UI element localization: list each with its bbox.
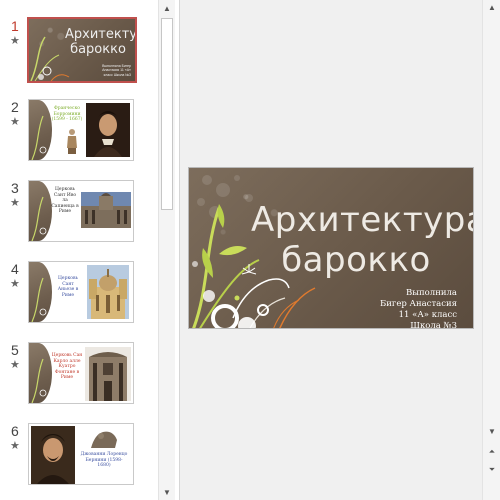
- editor-scrollbar[interactable]: ▲ ▼ ⏶ ⏷: [482, 0, 500, 500]
- slide-thumbnail-row-6[interactable]: 6 ★ Джованни Лоренцо Бернини (1598-1680): [0, 423, 158, 489]
- thumbnail-caption: Церковь Сант Аньезе в Риме: [57, 276, 79, 298]
- next-slide-icon[interactable]: ⏷: [484, 462, 500, 477]
- previous-slide-icon[interactable]: ⏶: [484, 444, 500, 459]
- thumbnails-scrollbar[interactable]: ▲ ▼: [158, 0, 175, 500]
- slide-thumbnail-3[interactable]: Церковь Сант Иво ла Сапиенца в Риме: [28, 180, 134, 242]
- slide-thumbnail-5[interactable]: Церковь Сан Карло алле Куатро Фонтане в …: [28, 342, 134, 404]
- slide-number: 6: [11, 423, 19, 439]
- animation-star-icon: ★: [10, 197, 20, 209]
- scroll-down-icon[interactable]: ▼: [484, 424, 500, 439]
- church-courtyard-image: [81, 192, 131, 228]
- scroll-up-icon[interactable]: ▲: [159, 0, 175, 16]
- sculpture-image: [67, 129, 77, 154]
- slide-thumbnail-row-2[interactable]: 2 ★ Франческо Борромини (1599 - 1667): [0, 99, 158, 165]
- slide-thumbnail-2[interactable]: Франческо Борромини (1599 - 1667): [28, 99, 134, 161]
- slide-thumbnail-row-4[interactable]: 4 ★ Церковь Сант Аньезе в Риме: [0, 261, 158, 327]
- thumbnail-caption: Церковь Сант Иво ла Сапиенца в Риме: [51, 187, 79, 214]
- slide-thumbnail-4[interactable]: Церковь Сант Аньезе в Риме: [28, 261, 134, 323]
- animation-star-icon: ★: [10, 359, 20, 371]
- thumbnail-caption: Франческо Борромини (1599 - 1667): [51, 106, 83, 122]
- thumbnail-title: Архитектурабарокко: [65, 27, 137, 57]
- slide-thumbnail-row-1[interactable]: 1 ★ Архитектурабарокко Выполнила Бигер А…: [0, 17, 158, 84]
- slide-number: 5: [11, 342, 19, 358]
- slide-number: 2: [11, 99, 19, 115]
- thumbnail-caption: Джованни Лоренцо Бернини (1598-1680): [80, 452, 128, 468]
- thumbnail-subtitle: Выполнила Бигер Анастасия 11 «А» класс Ш…: [102, 63, 131, 77]
- scroll-down-icon[interactable]: ▼: [159, 484, 175, 500]
- slide-number: 3: [11, 180, 19, 196]
- animation-star-icon: ★: [10, 278, 20, 290]
- slide-number: 4: [11, 261, 19, 277]
- animation-star-icon: ★: [10, 35, 20, 47]
- baroque-church-image: [87, 265, 129, 319]
- church-facade-image: [85, 347, 131, 401]
- sculpture-image: [91, 431, 117, 448]
- slide-number: 1: [11, 18, 19, 34]
- portrait-image: [31, 426, 75, 484]
- slide-thumbnail-row-5[interactable]: 5 ★ Церковь Сан Карло алле Куатро Фонтан…: [0, 342, 158, 408]
- slide-thumbnail-6[interactable]: Джованни Лоренцо Бернини (1598-1680): [28, 423, 134, 485]
- scroll-up-icon[interactable]: ▲: [484, 0, 500, 15]
- slide-thumbnails-pane: 1 ★ Архитектурабарокко Выполнила Бигер А…: [0, 0, 179, 500]
- animation-star-icon: ★: [10, 440, 20, 452]
- slide-thumbnail-1[interactable]: Архитектурабарокко Выполнила Бигер Анаст…: [27, 17, 137, 83]
- slide-title[interactable]: Архитектура барокко: [251, 200, 473, 280]
- scrollbar-thumb[interactable]: [161, 18, 173, 210]
- slide-subtitle[interactable]: Выполнила Бигер Анастасия 11 «А» класс Ш…: [337, 288, 457, 328]
- current-slide[interactable]: Архитектура барокко Выполнила Бигер Анас…: [188, 167, 474, 329]
- portrait-image: [86, 103, 130, 157]
- animation-star-icon: ★: [10, 116, 20, 128]
- slide-editor-pane: Архитектура барокко Выполнила Бигер Анас…: [179, 0, 482, 500]
- thumbnail-caption: Церковь Сан Карло алле Куатро Фонтане в …: [51, 353, 83, 380]
- slide-thumbnail-row-3[interactable]: 3 ★ Церковь Сант Иво ла Сапиенца в Риме: [0, 180, 158, 246]
